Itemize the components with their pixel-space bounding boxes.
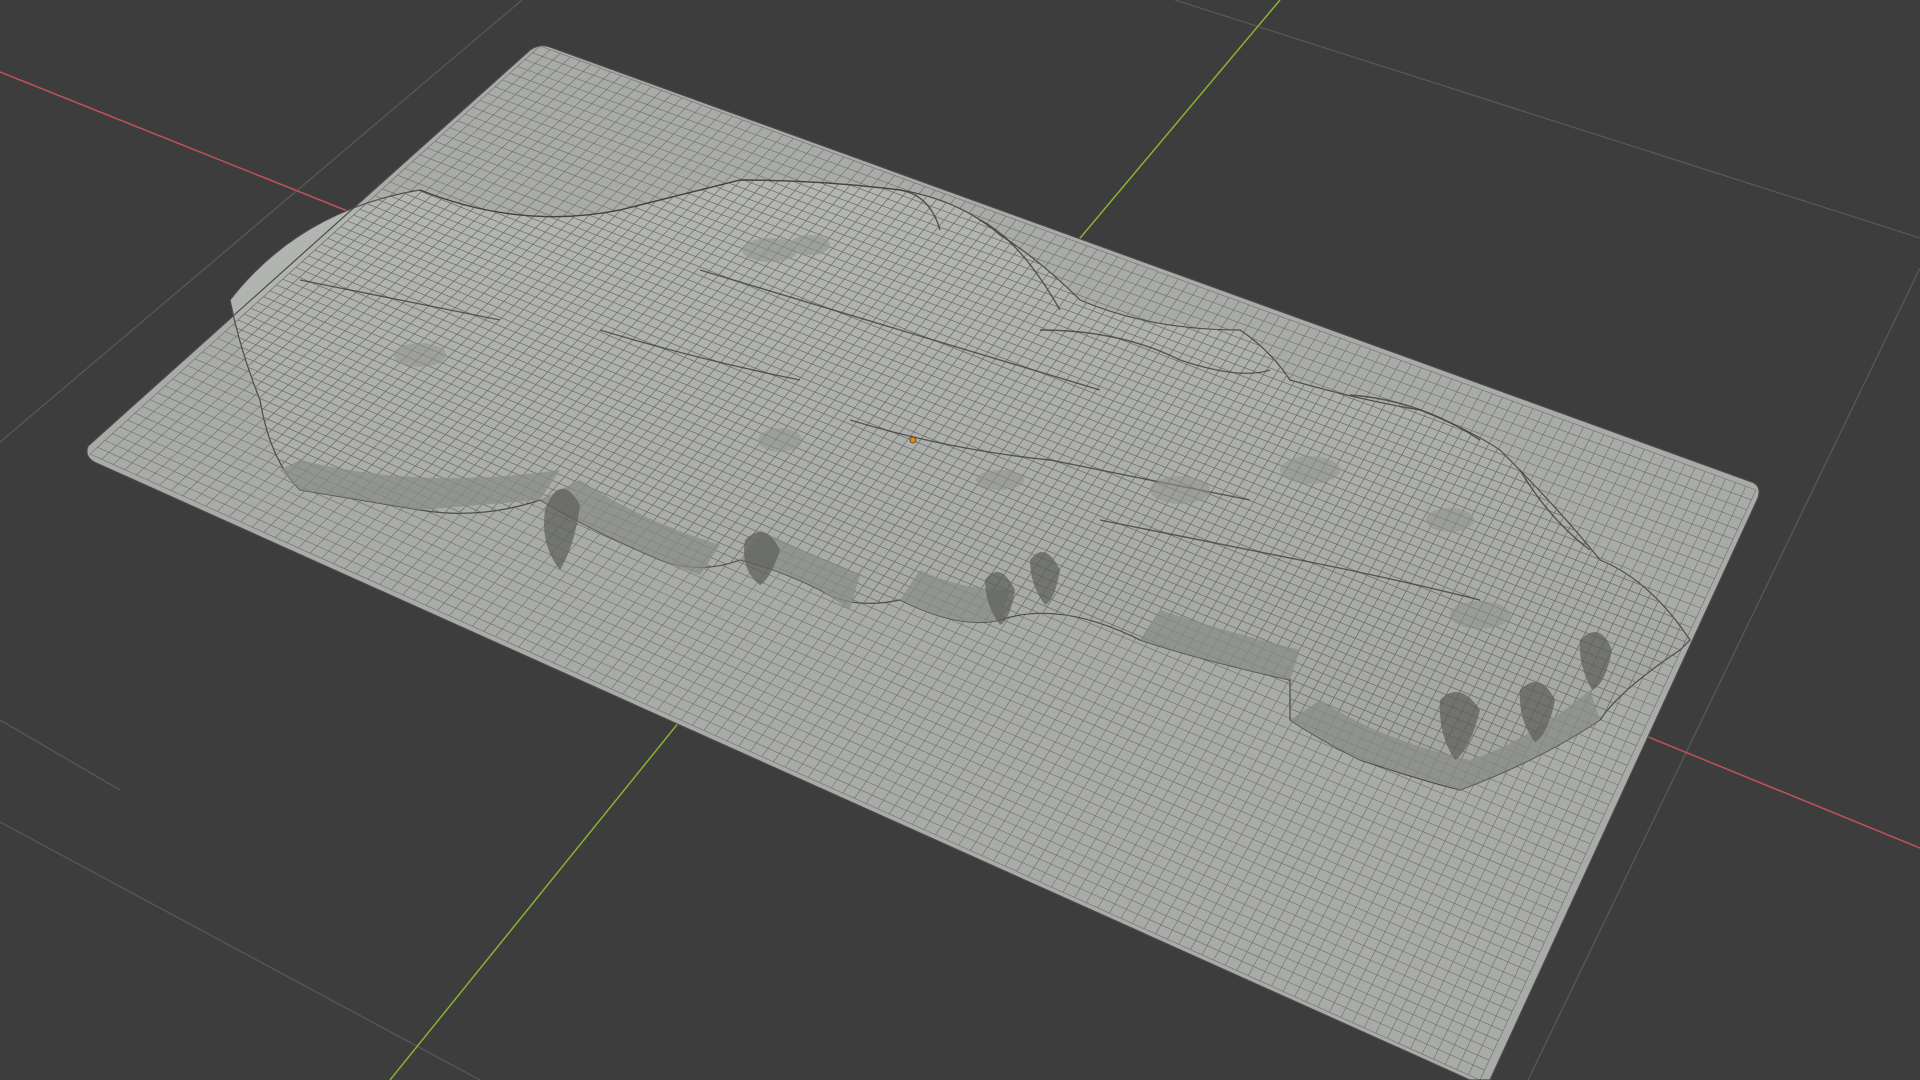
object-origin-marker[interactable] — [909, 436, 917, 444]
terrain-mesh[interactable] — [86, 44, 1760, 1080]
3d-viewport[interactable] — [0, 0, 1920, 1080]
viewport-scene[interactable] — [0, 0, 1920, 1080]
